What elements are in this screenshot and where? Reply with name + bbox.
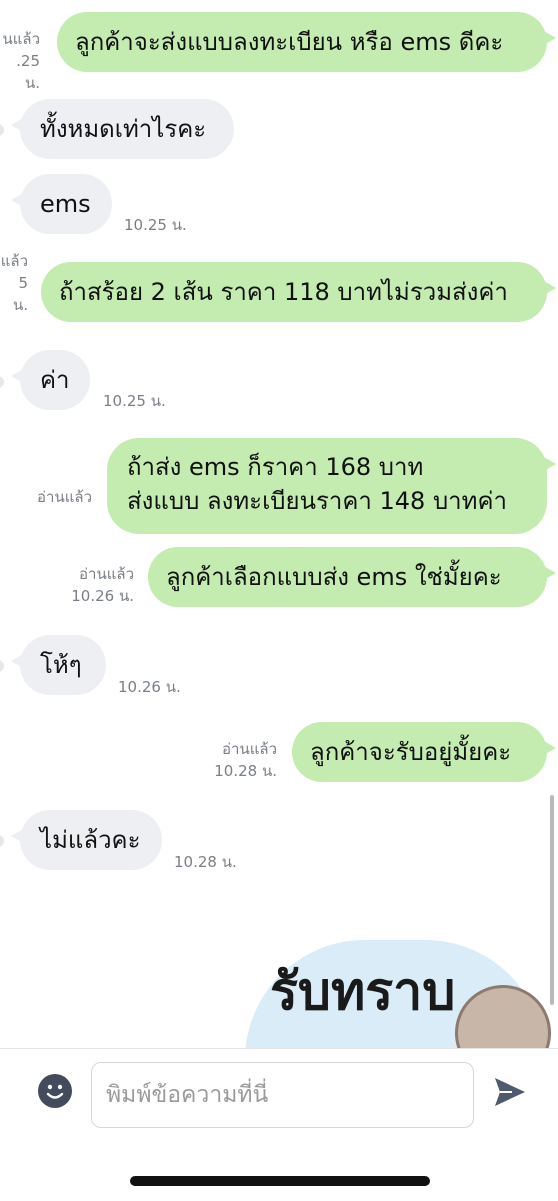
message-bubble-outgoing[interactable]: ถ้าสร้อย 2 เส้น ราคา 118 บาทไม่รวมส่งค่า: [41, 262, 556, 322]
message-bubble-incoming[interactable]: ทั้งหมดเท่าไรคะ: [11, 99, 234, 159]
read-receipt: แล้ว 5 น.: [0, 250, 28, 316]
message-text: โห้ๆ: [40, 651, 82, 679]
message-bubble-outgoing[interactable]: ลูกค้าเลือกแบบส่ง ems ใช่มั้ยคะ: [148, 547, 556, 607]
read-receipt: นแล้ว .25 น.: [0, 28, 40, 94]
avatar[interactable]: [0, 660, 4, 672]
message-time: 10.28 น.: [174, 853, 237, 871]
read-label: อ่านแล้ว: [222, 740, 277, 758]
message-text: ไม่แล้วคะ: [40, 826, 141, 854]
avatar[interactable]: [0, 124, 4, 136]
read-receipt: อ่านแล้ว 10.28 น.: [200, 738, 277, 782]
message-text: ถ้าส่ง ems ก็ราคา 168 บาท: [127, 453, 424, 481]
send-button[interactable]: [492, 1074, 528, 1110]
chat-area[interactable]: นแล้ว .25 น. ลูกค้าจะส่งแบบลงทะเบียน หรื…: [0, 0, 558, 1048]
message-text: ถ้าสร้อย 2 เส้น ราคา 118 บาทไม่รวมส่งค่า: [59, 278, 508, 306]
read-label: อ่านแล้ว: [79, 565, 134, 583]
message-input[interactable]: [91, 1062, 474, 1128]
message-text: ลูกค้าเลือกแบบส่ง ems ใช่มั้ยคะ: [166, 563, 502, 591]
message-text: ems: [40, 190, 91, 218]
read-receipt: อ่านแล้ว 10.26 น.: [60, 563, 134, 607]
message-bubble-incoming[interactable]: โห้ๆ: [11, 635, 106, 695]
emoji-icon: [46, 1084, 64, 1099]
home-indicator[interactable]: [130, 1176, 430, 1186]
message-text: ลูกค้าจะรับอยู่มั้ยคะ: [310, 738, 512, 766]
message-time: 10.25 น.: [124, 216, 187, 234]
message-text: ลูกค้าจะส่งแบบลงทะเบียน หรือ ems ดีคะ: [75, 28, 504, 56]
message-bubble-outgoing[interactable]: ลูกค้าจะรับอยู่มั้ยคะ: [292, 722, 556, 782]
message-text: ทั้งหมดเท่าไรคะ: [40, 115, 207, 143]
message-bubble-outgoing[interactable]: ลูกค้าจะส่งแบบลงทะเบียน หรือ ems ดีคะ: [57, 12, 556, 72]
message-time: .25 น.: [16, 52, 40, 92]
scrollbar[interactable]: [550, 795, 554, 1005]
message-bubble-incoming[interactable]: ค่า: [11, 350, 90, 410]
message-time: 10.26 น.: [118, 678, 181, 696]
message-time: 10.25 น.: [103, 392, 166, 410]
message-time: 5 น.: [12, 274, 28, 314]
sticker-text: รับทราบ: [270, 961, 456, 1022]
read-label: นแล้ว: [2, 30, 40, 48]
message-time: 10.28 น.: [214, 762, 277, 780]
message-bubble-incoming[interactable]: ems: [11, 174, 112, 234]
read-receipt: อ่านแล้ว: [20, 486, 92, 508]
read-label: อ่านแล้ว: [37, 488, 92, 506]
message-bubble-incoming[interactable]: ไม่แล้วคะ: [11, 810, 162, 870]
avatar[interactable]: [0, 376, 4, 388]
emoji-button[interactable]: [38, 1074, 72, 1108]
send-icon: [495, 1078, 525, 1106]
message-text: ส่งแบบ ลงทะเบียนราคา 148 บาทค่า: [127, 487, 508, 515]
message-time: 10.26 น.: [71, 587, 134, 605]
message-text: ค่า: [40, 366, 70, 394]
message-bubble-outgoing[interactable]: ถ้าส่ง ems ก็ราคา 168 บาท ส่งแบบ ลงทะเบี…: [107, 438, 556, 534]
read-label: แล้ว: [0, 252, 28, 270]
avatar[interactable]: [0, 835, 4, 847]
